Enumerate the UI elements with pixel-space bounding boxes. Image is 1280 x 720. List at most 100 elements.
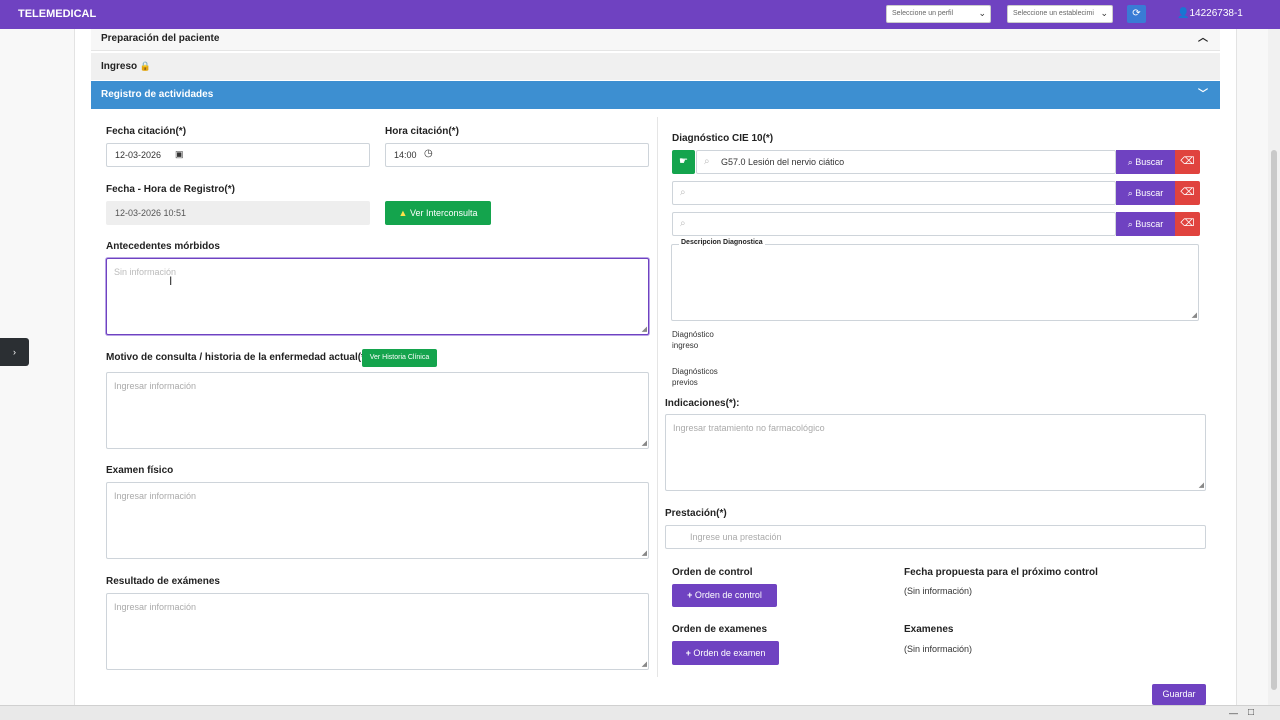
profile-select-value: Seleccione un perfil bbox=[892, 10, 954, 17]
buscar-label-1: Buscar bbox=[1135, 157, 1164, 167]
search-icon: ⌕ bbox=[1127, 157, 1133, 167]
search-icon: ⌕ bbox=[704, 156, 710, 167]
diagnostico-search-input-3[interactable]: ⌕ bbox=[672, 212, 1116, 236]
hora-citacion-label: Hora citación(*) bbox=[385, 126, 459, 137]
hand-pointer-icon[interactable]: ☛ bbox=[672, 150, 695, 174]
diagnostico-search-input-2[interactable]: ⌕ bbox=[672, 181, 1116, 205]
accordion-registro[interactable]: Registro de actividades ﹀ bbox=[91, 81, 1220, 109]
refresh-button[interactable]: ⟳ bbox=[1127, 5, 1146, 23]
resize-grip-icon[interactable]: ◢ bbox=[642, 549, 647, 557]
orden-examen-button[interactable]: + Orden de examen bbox=[672, 641, 779, 665]
hora-citacion-input[interactable]: 14:00 ◷ bbox=[385, 143, 649, 167]
user-id: 14226738-1 bbox=[1189, 8, 1243, 19]
buscar-button-3[interactable]: ⌕ Buscar bbox=[1116, 212, 1175, 236]
resultado-examenes-label: Resultado de exámenes bbox=[106, 576, 220, 587]
accordion-preparacion-title: Preparación del paciente bbox=[101, 33, 220, 44]
indicaciones-textarea[interactable]: Ingresar tratamiento no farmacológico ◢ bbox=[665, 414, 1206, 491]
top-navbar: TELEMEDICAL Seleccione un perfil ⌄ Selec… bbox=[0, 0, 1280, 29]
accordion-preparacion[interactable]: Preparación del paciente ︿ bbox=[91, 29, 1220, 51]
refresh-icon: ⟳ bbox=[1132, 8, 1141, 19]
user-icon: 👤 bbox=[1177, 8, 1190, 19]
motivo-consulta-textarea[interactable]: Ingresar información ◢ bbox=[106, 372, 649, 449]
orden-examen-button-label: Orden de examen bbox=[693, 648, 766, 658]
antecedentes-textarea[interactable]: Sin información ◢ bbox=[106, 258, 649, 335]
examen-fisico-label: Examen físico bbox=[106, 465, 174, 476]
eraser-icon: ⌫ bbox=[1180, 218, 1195, 229]
chevron-down-icon: ⌄ bbox=[1100, 8, 1108, 18]
maximize-icon[interactable]: □ bbox=[1248, 707, 1254, 718]
accordion-registro-title: Registro de actividades bbox=[101, 89, 214, 100]
ver-historia-clinica-button[interactable]: Ver Historia Clínica bbox=[362, 349, 437, 367]
minimize-icon[interactable]: — bbox=[1229, 708, 1238, 718]
prestacion-input[interactable]: Ingrese una prestación bbox=[665, 525, 1206, 549]
fecha-propuesta-label: Fecha propuesta para el próximo control bbox=[904, 567, 1098, 578]
orden-control-button-label: Orden de control bbox=[694, 590, 762, 600]
diagnostico-search-row-1: ☛ ⌕ G57.0 Lesión del nervio ciático ⌕ Bu… bbox=[672, 150, 1200, 174]
chevron-right-icon: › bbox=[13, 347, 16, 357]
buscar-button-1[interactable]: ⌕ Buscar bbox=[1116, 150, 1175, 174]
indicaciones-placeholder: Ingresar tratamiento no farmacológico bbox=[673, 423, 825, 433]
chevron-down-icon: ⌄ bbox=[978, 8, 986, 18]
examenes-label: Examenes bbox=[904, 624, 954, 635]
sidebar-toggle-button[interactable]: › bbox=[0, 338, 29, 366]
eraser-icon: ⌫ bbox=[1180, 156, 1195, 167]
buscar-button-2[interactable]: ⌕ Buscar bbox=[1116, 181, 1175, 205]
resize-grip-icon[interactable]: ◢ bbox=[642, 660, 647, 668]
ver-interconsulta-button[interactable]: ▲ Ver Interconsulta bbox=[385, 201, 491, 225]
search-icon: ⌕ bbox=[1127, 219, 1133, 229]
examen-fisico-placeholder: Ingresar información bbox=[114, 491, 197, 501]
column-divider bbox=[657, 117, 658, 677]
motivo-consulta-label: Motivo de consulta / historia de la enfe… bbox=[106, 352, 369, 363]
diagnostico-search-row-3: ⌕ ⌕ Buscar ⌫ bbox=[672, 212, 1200, 236]
guardar-button[interactable]: Guardar bbox=[1152, 684, 1206, 705]
search-icon: ⌕ bbox=[680, 187, 686, 198]
search-icon: ⌕ bbox=[1127, 188, 1133, 198]
resize-grip-icon[interactable]: ◢ bbox=[642, 439, 647, 447]
ver-interconsulta-label: Ver Interconsulta bbox=[409, 208, 478, 218]
examen-fisico-textarea[interactable]: Ingresar información ◢ bbox=[106, 482, 649, 559]
buscar-label-2: Buscar bbox=[1135, 188, 1164, 198]
window-bottom-bar: — □ bbox=[0, 705, 1280, 720]
calendar-icon[interactable]: ▣ bbox=[175, 149, 184, 160]
establishment-select[interactable]: Seleccione un establecimi ⌄ bbox=[1007, 5, 1113, 23]
scrollbar-thumb[interactable] bbox=[1271, 150, 1277, 690]
descripcion-diagnostica-legend: Descripcion Diagnostica bbox=[679, 239, 765, 246]
eraser-button-1[interactable]: ⌫ bbox=[1175, 150, 1200, 174]
user-menu[interactable]: 👤14226738-1 bbox=[1177, 8, 1243, 19]
brand-logo[interactable]: TELEMEDICAL bbox=[18, 8, 96, 20]
fecha-citacion-label: Fecha citación(*) bbox=[106, 126, 187, 137]
resultado-examenes-textarea[interactable]: Ingresar información ◢ bbox=[106, 593, 649, 670]
motivo-consulta-placeholder: Ingresar información bbox=[114, 381, 197, 391]
fecha-registro-input: 12-03-2026 10:51 bbox=[106, 201, 370, 225]
resize-grip-icon[interactable]: ◢ bbox=[642, 325, 647, 333]
diagnostico-search-value-1: G57.0 Lesión del nervio ciático bbox=[721, 157, 845, 167]
profile-select[interactable]: Seleccione un perfil ⌄ bbox=[886, 5, 991, 23]
clock-icon[interactable]: ◷ bbox=[424, 148, 433, 159]
diagnostico-cie10-label: Diagnóstico CIE 10(*) bbox=[672, 133, 774, 144]
descripcion-diagnostica-textarea[interactable]: ◢ bbox=[671, 244, 1199, 321]
buscar-label-3: Buscar bbox=[1135, 219, 1164, 229]
plus-icon: + bbox=[685, 648, 691, 658]
orden-control-button[interactable]: + Orden de control bbox=[672, 584, 777, 607]
eraser-button-2[interactable]: ⌫ bbox=[1175, 181, 1200, 205]
accordion-ingreso-title: Ingreso bbox=[101, 61, 138, 72]
left-gutter bbox=[0, 29, 74, 705]
diagnostico-ingreso-label: Diagnóstico ingreso bbox=[672, 330, 714, 350]
diagnostico-search-input-1[interactable]: ⌕ G57.0 Lesión del nervio ciático bbox=[696, 150, 1116, 174]
fecha-citacion-value: 12-03-2026 bbox=[115, 150, 162, 160]
fecha-propuesta-value: (Sin información) bbox=[904, 586, 973, 596]
diagnostico-search-row-2: ⌕ ⌕ Buscar ⌫ bbox=[672, 181, 1200, 205]
accordion-ingreso[interactable]: Ingreso 🔒 bbox=[91, 53, 1220, 80]
fecha-registro-label: Fecha - Hora de Registro(*) bbox=[106, 184, 235, 195]
resize-grip-icon[interactable]: ◢ bbox=[1199, 481, 1204, 489]
hora-citacion-value: 14:00 bbox=[394, 150, 417, 160]
lock-icon: 🔒 bbox=[139, 61, 152, 71]
fecha-citacion-input[interactable]: 12-03-2026 ▣ bbox=[106, 143, 370, 167]
orden-control-label: Orden de control bbox=[672, 567, 753, 578]
eraser-icon: ⌫ bbox=[1180, 187, 1195, 198]
resize-grip-icon[interactable]: ◢ bbox=[1192, 311, 1197, 319]
diagnosticos-previos-label: Diagnósticos previos bbox=[672, 367, 718, 387]
eraser-button-3[interactable]: ⌫ bbox=[1175, 212, 1200, 236]
examenes-value: (Sin información) bbox=[904, 644, 973, 654]
establishment-select-value: Seleccione un establecimi bbox=[1013, 10, 1094, 17]
